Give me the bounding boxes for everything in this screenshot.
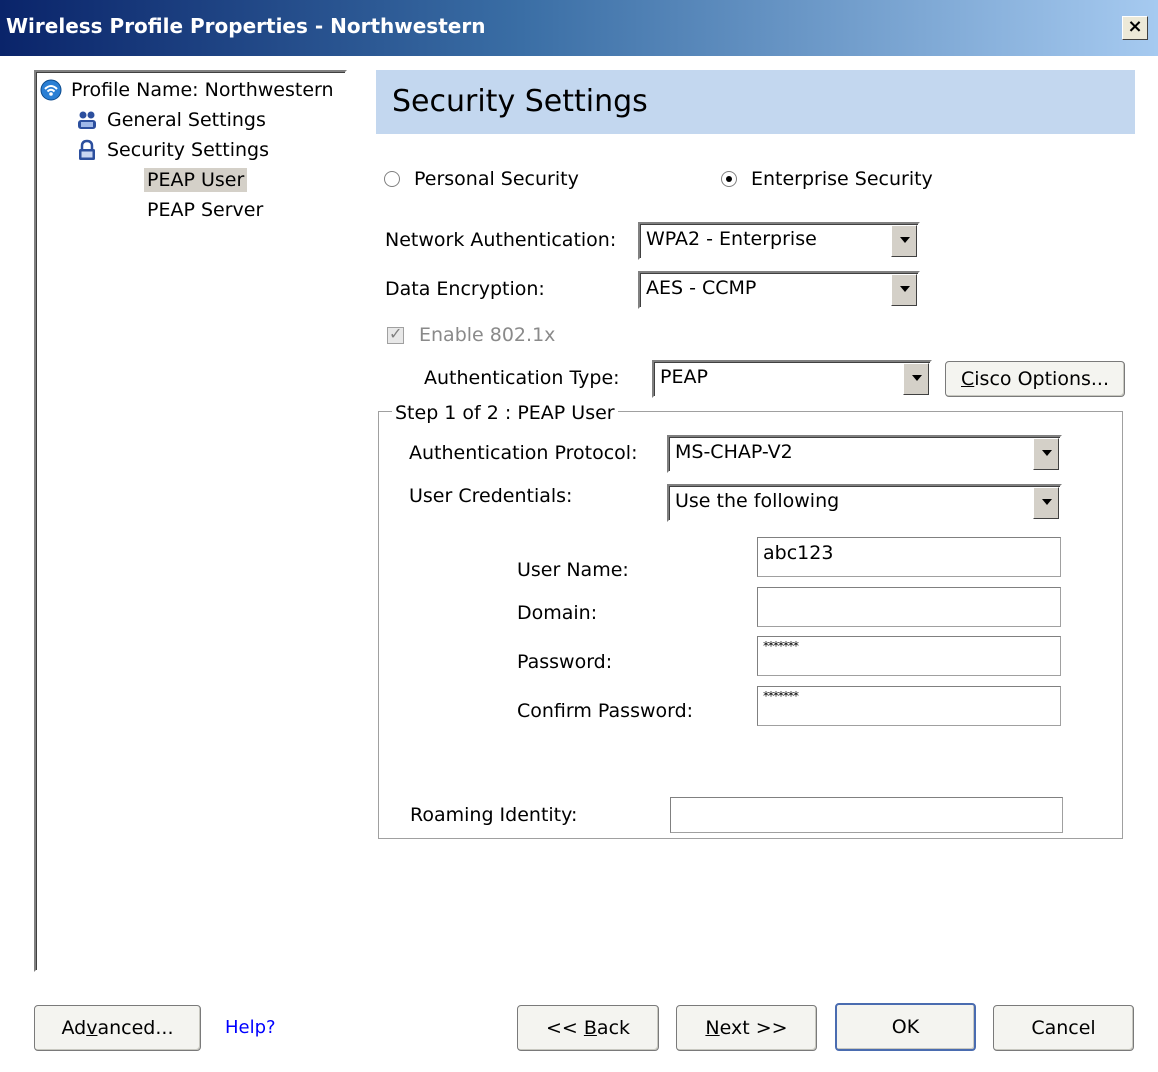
data-encryption-select[interactable]: AES - CCMP — [638, 271, 920, 309]
tree-item-label: Security Settings — [107, 139, 269, 161]
cancel-button[interactable]: Cancel — [993, 1005, 1134, 1051]
ok-button[interactable]: OK — [835, 1003, 976, 1051]
cisco-options-button[interactable]: Cisco Options... — [945, 361, 1125, 397]
roaming-identity-field[interactable] — [670, 797, 1063, 833]
next-accel: N — [705, 1017, 720, 1039]
back-accel: B — [583, 1017, 597, 1039]
enable-8021x-checkbox[interactable]: ✓ — [387, 324, 404, 344]
tree-item-label: Profile Name: Northwestern — [71, 79, 334, 101]
domain-field[interactable] — [757, 587, 1061, 627]
profile-tree[interactable]: Profile Name: Northwestern General Setti… — [34, 70, 347, 972]
tree-item-peap-user[interactable]: PEAP User — [144, 168, 248, 192]
advanced-accel: v — [86, 1017, 98, 1039]
user-credentials-label: User Credentials: — [409, 485, 573, 507]
confirm-password-label: Confirm Password: — [517, 700, 694, 722]
password-field[interactable]: ******* — [757, 636, 1061, 676]
password-label: Password: — [517, 651, 613, 673]
network-authentication-value: WPA2 - Enterprise — [646, 228, 817, 250]
advanced-label-pre: Ad — [61, 1017, 87, 1039]
next-label-post: ext >> — [719, 1017, 788, 1039]
authentication-protocol-value: MS-CHAP-V2 — [675, 441, 793, 463]
user-credentials-select[interactable]: Use the following — [667, 484, 1062, 522]
tree-item-label: PEAP Server — [147, 199, 264, 221]
network-authentication-label: Network Authentication: — [385, 229, 617, 251]
user-name-label: User Name: — [517, 559, 629, 581]
back-label-pre: << — [545, 1017, 584, 1039]
close-button[interactable]: × — [1122, 16, 1148, 40]
personal-security-label[interactable]: Personal Security — [414, 168, 579, 190]
network-authentication-select[interactable]: WPA2 - Enterprise — [638, 222, 920, 260]
personal-security-radio[interactable] — [384, 171, 400, 187]
ok-label: OK — [891, 1016, 920, 1038]
enterprise-security-radio[interactable] — [721, 171, 737, 187]
authentication-type-value: PEAP — [660, 366, 708, 388]
next-button[interactable]: Next >> — [676, 1005, 817, 1051]
tree-item-security-settings[interactable]: Security Settings — [76, 138, 272, 162]
help-link[interactable]: Help? — [225, 1017, 276, 1038]
tree-item-label: General Settings — [107, 109, 266, 131]
wireless-icon — [40, 79, 62, 101]
tree-item-peap-server[interactable]: PEAP Server — [144, 198, 266, 222]
back-label-post: ack — [596, 1017, 631, 1039]
cisco-options-label: isco Options... — [974, 368, 1109, 390]
tree-item-profile-name[interactable]: Profile Name: Northwestern — [40, 78, 337, 102]
tree-item-label: PEAP User — [144, 168, 248, 192]
authentication-protocol-select[interactable]: MS-CHAP-V2 — [667, 435, 1062, 473]
confirm-password-field[interactable]: ******* — [757, 686, 1061, 726]
authentication-protocol-label: Authentication Protocol: — [409, 442, 638, 464]
enable-8021x-label: Enable 802.1x — [419, 324, 556, 346]
cisco-options-accel: C — [961, 368, 975, 390]
password-value: ******* — [763, 639, 799, 653]
users-icon — [78, 111, 96, 129]
window-title: Wireless Profile Properties - Northweste… — [6, 14, 486, 38]
close-icon: × — [1127, 16, 1143, 37]
section-header: Security Settings — [376, 70, 1135, 134]
advanced-label-post: anced... — [97, 1017, 174, 1039]
chevron-down-icon[interactable] — [1033, 438, 1059, 470]
user-name-value: abc123 — [763, 542, 834, 564]
chevron-down-icon[interactable] — [903, 363, 929, 395]
data-encryption-label: Data Encryption: — [385, 278, 545, 300]
chevron-down-icon[interactable] — [891, 225, 917, 257]
authentication-type-label: Authentication Type: — [424, 367, 620, 389]
chevron-down-icon[interactable] — [1033, 487, 1059, 519]
authentication-type-select[interactable]: PEAP — [652, 360, 932, 398]
chevron-down-icon[interactable] — [891, 274, 917, 306]
title-bar[interactable]: Wireless Profile Properties - Northweste… — [0, 0, 1158, 56]
user-credentials-value: Use the following — [675, 490, 840, 512]
roaming-identity-label: Roaming Identity: — [410, 804, 578, 826]
user-name-field[interactable]: abc123 — [757, 537, 1061, 577]
confirm-password-value: ******* — [763, 689, 799, 703]
advanced-button[interactable]: Advanced... — [34, 1005, 201, 1051]
lock-icon — [79, 139, 95, 160]
enterprise-security-label[interactable]: Enterprise Security — [751, 168, 933, 190]
group-legend: Step 1 of 2 : PEAP User — [392, 402, 618, 424]
page-title: Security Settings — [392, 84, 648, 119]
back-button[interactable]: << Back — [517, 1005, 659, 1051]
data-encryption-value: AES - CCMP — [646, 277, 757, 299]
tree-item-general-settings[interactable]: General Settings — [76, 108, 269, 132]
cancel-label: Cancel — [1031, 1017, 1096, 1039]
domain-label: Domain: — [517, 602, 598, 624]
checkmark-icon: ✓ — [389, 324, 403, 343]
